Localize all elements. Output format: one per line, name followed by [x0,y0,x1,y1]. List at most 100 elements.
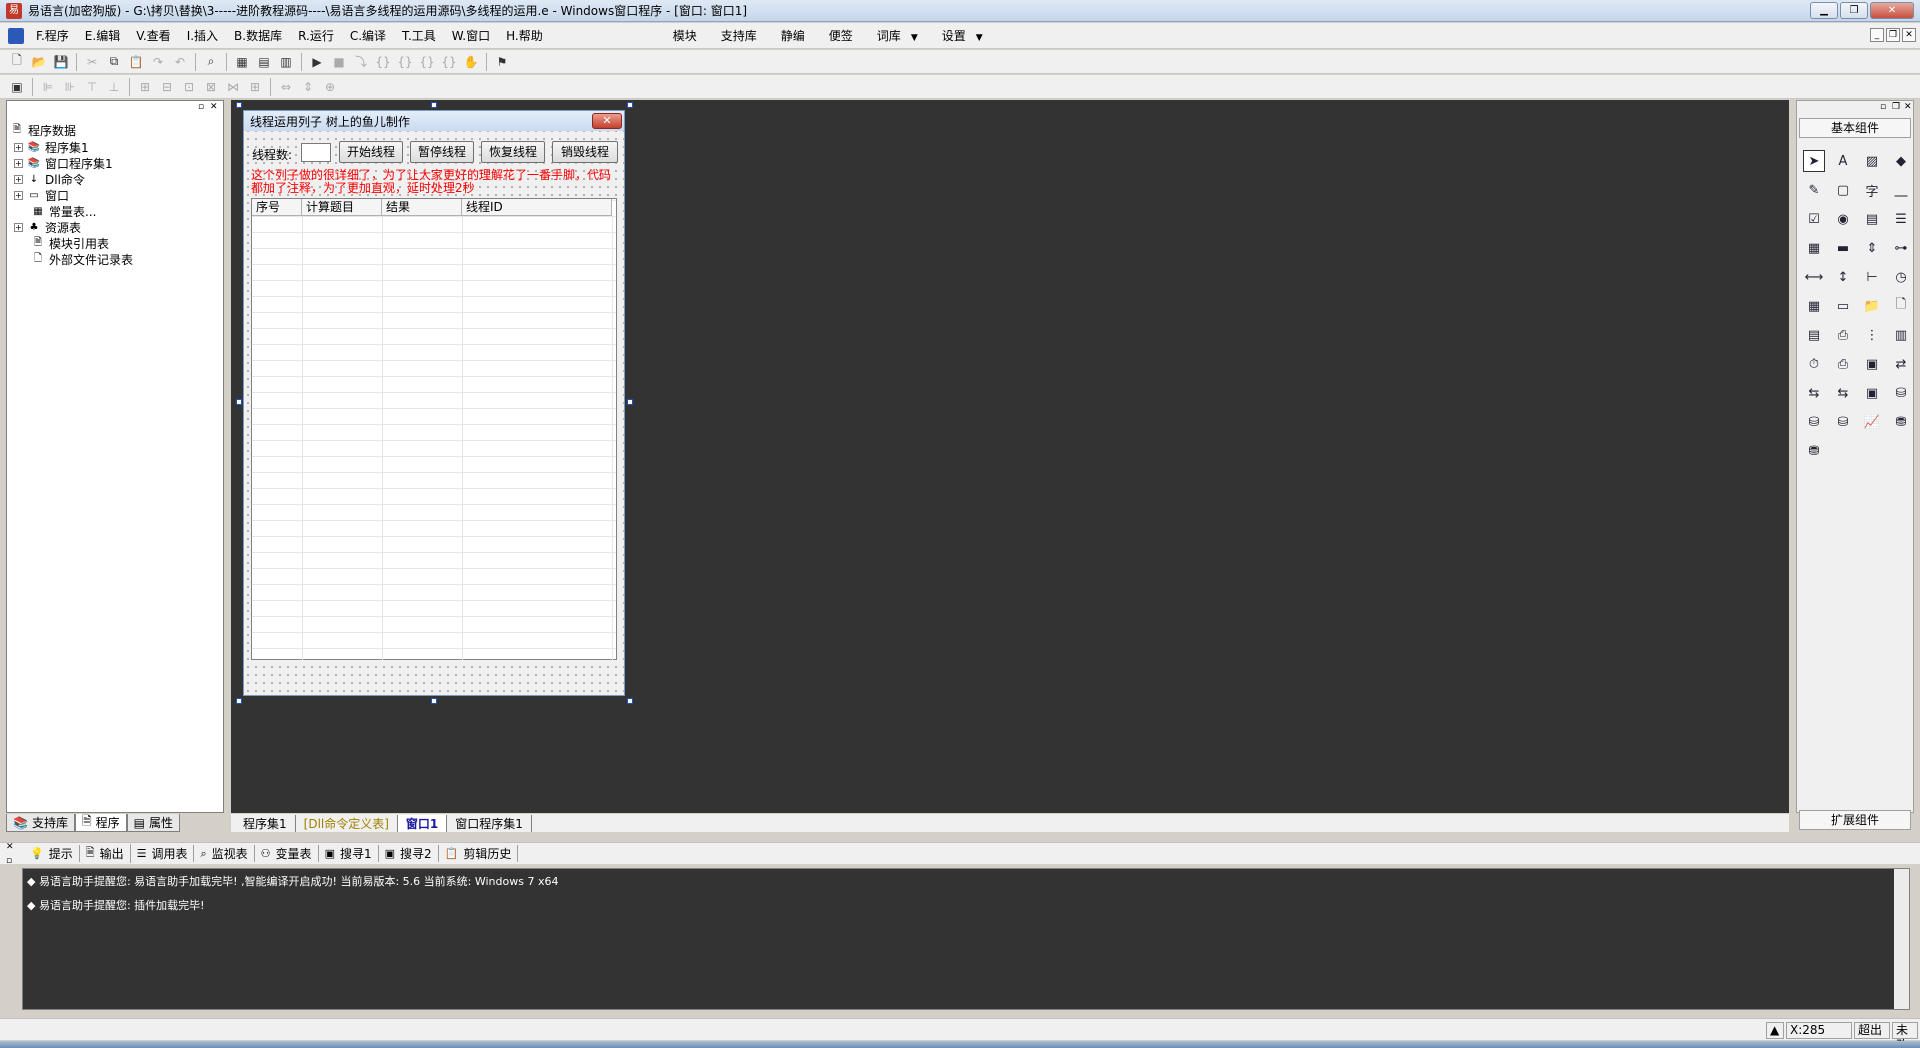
list-icon[interactable]: ☰ [1890,208,1912,230]
check-icon[interactable]: ☑ [1803,208,1825,230]
run-icon[interactable]: ▶ [308,53,326,71]
menu-support-lib[interactable]: 支持库 [709,27,769,44]
stop-icon[interactable]: ■ [330,53,348,71]
menu-help[interactable]: H.帮助 [498,27,551,44]
menu-settings[interactable]: 设置▼ [930,27,995,44]
tab-search-1[interactable]: ▣搜寻1 [319,845,379,862]
menu-dictionary[interactable]: 词库▼ [865,27,930,44]
tab-clip-history[interactable]: 📋剪辑历史 [439,845,519,862]
tab-properties[interactable]: ▤属性 [127,814,180,832]
net-b-icon[interactable]: ⇆ [1832,382,1854,404]
paste-icon[interactable]: 📋 [127,53,145,71]
pointer-icon[interactable]: ➤ [1803,150,1825,172]
ruler-icon[interactable]: ⊢ [1861,266,1883,288]
scroll-v-icon[interactable]: ⇕ [1861,237,1883,259]
menu-database[interactable]: B.数据库 [226,27,290,44]
thread-list-view[interactable]: 序号 计算题目 结果 线程ID [251,198,617,660]
start-thread-button[interactable]: 开始线程 [339,141,403,163]
grid-icon[interactable]: ▣ [8,78,26,96]
redo-icon[interactable]: ↷ [149,53,167,71]
tab-window-1[interactable]: 窗口1 [398,815,447,832]
resize-handle[interactable] [431,698,437,704]
space-v-icon[interactable]: ⊞ [246,78,264,96]
basic-components-header[interactable]: 基本组件 [1799,118,1911,138]
size-c-icon[interactable]: ⊕ [321,78,339,96]
column-header-problem[interactable]: 计算题目 [302,199,382,216]
mdi-restore-button[interactable]: ❐ [1886,28,1900,42]
hscroll-icon[interactable]: ⟷ [1803,266,1825,288]
size-a-icon[interactable]: ⇔ [277,78,295,96]
resize-handle[interactable] [627,102,633,108]
menu-program[interactable]: F.程序 [28,27,77,44]
save-icon[interactable]: 💾 [52,53,70,71]
menu-view[interactable]: V.查看 [128,27,178,44]
tab-output[interactable]: 🗎输出 [80,844,131,863]
data-icon[interactable]: ▣ [1861,353,1883,375]
restore-icon[interactable]: ❐ [1892,102,1900,112]
tree-item-dll[interactable]: + ↓ Dll命令 [14,171,85,188]
menu-tools[interactable]: T.工具 [394,27,444,44]
shape-icon[interactable]: ◆ [1890,150,1912,172]
tree-root[interactable]: 🗎 程序数据 [10,122,76,139]
copy-icon[interactable]: ⧉ [105,53,123,71]
plugin-icon[interactable]: ⚑ [493,53,511,71]
tab-search-2[interactable]: ▣搜寻2 [379,845,439,862]
size-b-icon[interactable]: ⇕ [299,78,317,96]
output-panel[interactable]: ◆ 易语言助手提醒您: 易语言助手加载完毕! ,智能编译开启成功! 当前易版本:… [22,868,1910,1010]
text-icon[interactable]: 字 [1861,179,1883,201]
step-e-icon[interactable]: {} [440,53,458,71]
column-header-index[interactable]: 序号 [252,199,302,216]
layout-a-icon[interactable]: ▦ [233,53,251,71]
pin-icon[interactable]: ▫ [6,856,12,866]
slider-icon[interactable]: ⊶ [1890,237,1912,259]
step-a-icon[interactable]: ⤵ [352,53,370,71]
tab-watch[interactable]: ⌕监视表 [194,845,254,862]
tree-item-constants[interactable]: ▦ 常量表... [31,203,96,220]
expand-icon[interactable]: + [14,143,23,152]
menu-module[interactable]: 模块 [661,27,709,44]
tree-item-external-files[interactable]: 🗋 外部文件记录表 [31,251,133,268]
thread-count-input[interactable] [301,143,331,162]
tree-item-window[interactable]: + ▭ 窗口 [14,187,69,204]
tab-program-set-1[interactable]: 程序集1 [235,815,296,832]
menu-insert[interactable]: I.插入 [179,27,226,44]
menu-edit[interactable]: E.编辑 [77,27,128,44]
form-icon[interactable]: ▣ [1861,382,1883,404]
same-height-icon[interactable]: ⊟ [158,78,176,96]
column-header-thread-id[interactable]: 线程ID [462,199,612,216]
frame-icon[interactable]: ▢ [1832,179,1854,201]
tab-dll-definitions[interactable]: [Dll命令定义表] [296,815,398,832]
timer-icon[interactable]: ◷ [1890,266,1912,288]
db-icon[interactable]: ⛁ [1890,382,1912,404]
destroy-thread-button[interactable]: 销毁线程 [552,141,618,163]
tab-program[interactable]: 🗎程序 [75,814,127,832]
resume-thread-button[interactable]: 恢复线程 [481,141,545,163]
tree-icon[interactable]: ⋮ [1861,324,1883,346]
clock-icon[interactable]: ⏱ [1803,353,1825,375]
layout-b-icon[interactable]: ▤ [255,53,273,71]
calendar-icon[interactable]: ▦ [1803,295,1825,317]
form-close-button[interactable]: ✕ [592,113,622,129]
tab-icon[interactable]: ▥ [1890,324,1912,346]
resize-handle[interactable] [627,698,633,704]
radio-icon[interactable]: ◉ [1832,208,1854,230]
align-bottom-icon[interactable]: ⊥ [105,78,123,96]
align-top-icon[interactable]: ⊤ [83,78,101,96]
menu-run[interactable]: R.运行 [290,27,342,44]
tree-item-window-program-set[interactable]: + 📚 窗口程序集1 [14,155,113,172]
grid-icon[interactable]: ▦ [1803,237,1825,259]
expand-icon[interactable]: + [14,159,23,168]
menu-window[interactable]: W.窗口 [444,27,498,44]
combo-icon[interactable]: ▤ [1861,208,1883,230]
step-b-icon[interactable]: {} [374,53,392,71]
scroll-up-icon[interactable]: ▲ [1766,1022,1784,1039]
cut-icon[interactable]: ✂ [83,53,101,71]
tab-hint[interactable]: 💡提示 [24,845,80,862]
expand-icon[interactable]: + [14,175,23,184]
table-icon[interactable]: ▤ [1803,324,1825,346]
close-icon[interactable]: ✕ [6,842,14,852]
line-icon[interactable]: ⎽ [1890,179,1912,201]
tree-item-program-set[interactable]: + 📚 程序集1 [14,139,89,156]
tab-call-stack[interactable]: ☰调用表 [131,845,195,862]
resize-handle[interactable] [236,399,242,405]
